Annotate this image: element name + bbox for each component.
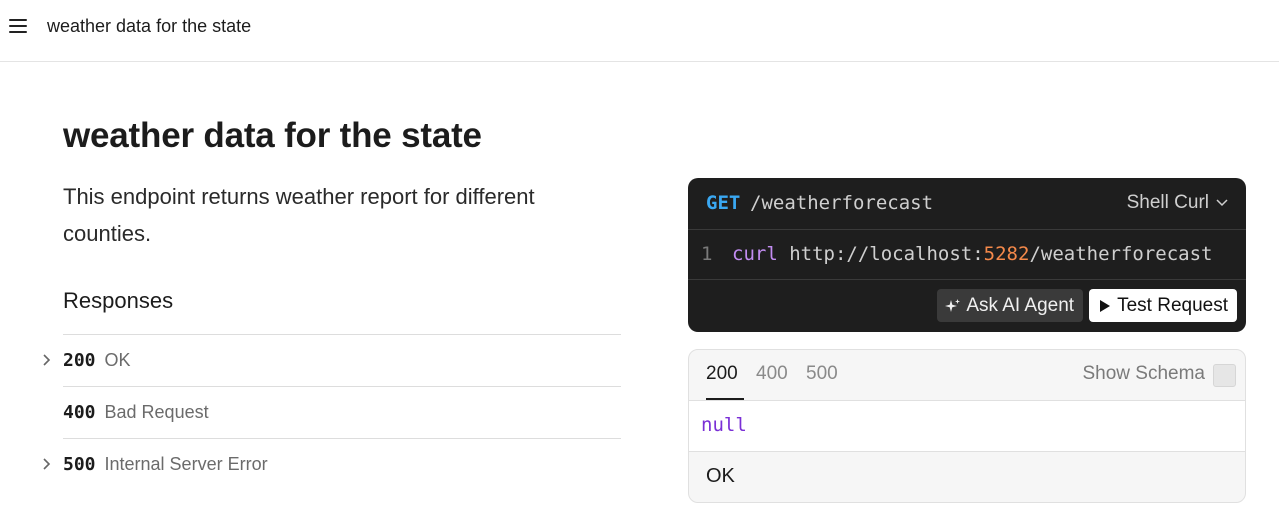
code-url-prefix: http://localhost: [777,243,984,265]
tab-400[interactable]: 400 [756,363,788,385]
language-select[interactable]: Shell Curl [1127,192,1228,214]
code-panel-header: GET /weatherforecast Shell Curl [688,178,1246,230]
active-tab-indicator [706,398,744,400]
request-code-panel: GET /weatherforecast Shell Curl 1 curl h… [688,178,1246,332]
show-schema-label: Show Schema [1082,363,1205,384]
response-row-200[interactable]: 200 OK [43,334,621,386]
chevron-down-icon [1216,199,1228,207]
sparkle-icon [945,298,961,312]
page-title: weather data for the state [63,116,482,155]
response-row-400: 400 Bad Request [63,386,621,438]
response-code: 500 [63,454,96,475]
code-command: curl [732,243,778,265]
code-actions: Ask AI Agent Test Request [937,289,1237,322]
ask-ai-agent-button[interactable]: Ask AI Agent [937,289,1084,322]
topbar-title: weather data for the state [47,16,252,36]
endpoint-path: /weatherforecast [750,192,934,214]
menu-icon[interactable] [9,18,27,34]
chevron-right-icon[interactable] [41,353,53,367]
responses-heading: Responses [63,288,174,313]
response-text: Bad Request [104,402,209,422]
response-example-panel: 200 400 500 Show Schema null OK [688,349,1246,503]
chevron-right-icon[interactable] [41,457,53,471]
response-code: 400 [63,402,96,423]
code-port: 5282 [983,243,1030,265]
response-body-value: null [701,414,747,436]
tab-500[interactable]: 500 [806,363,838,385]
response-text: Internal Server Error [104,454,268,474]
http-method: GET [706,192,741,214]
response-body: null [689,401,1245,452]
response-code: 200 [63,350,96,371]
test-request-button[interactable]: Test Request [1089,289,1237,322]
line-number: 1 [701,243,713,265]
response-description: OK [706,465,735,487]
tab-200[interactable]: 200 [706,363,738,385]
show-schema-checkbox[interactable] [1213,364,1236,387]
page-description: This endpoint returns weather report for… [63,184,535,246]
play-icon [1100,299,1111,312]
response-tabs: 200 400 500 Show Schema [689,350,1245,401]
top-bar: weather data for the state [0,0,1279,62]
response-text: OK [104,350,131,370]
response-row-500[interactable]: 500 Internal Server Error [43,438,621,490]
code-snippet[interactable]: curl http://localhost:5282/weatherforeca… [732,243,1212,265]
language-select-label: Shell Curl [1126,192,1209,213]
code-line: 1 curl http://localhost:5282/weatherfore… [688,230,1246,280]
test-request-label: Test Request [1117,294,1228,316]
responses-list: 200 OK 400 Bad Request 500 Internal Serv… [43,334,621,490]
code-url-suffix: /weatherforecast [1029,243,1213,265]
ask-ai-agent-label: Ask AI Agent [966,294,1075,316]
